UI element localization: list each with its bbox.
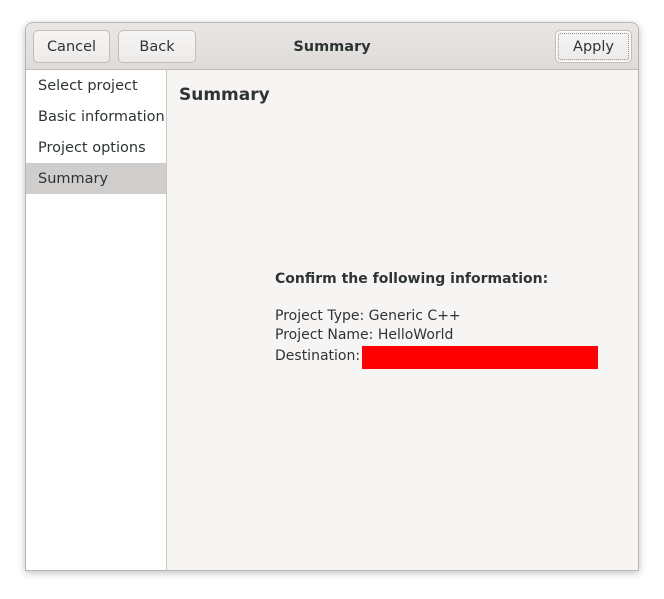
- confirm-heading: Confirm the following information:: [275, 271, 549, 287]
- page-title: Summary: [179, 85, 270, 105]
- sidebar-item-basic-information[interactable]: Basic information: [26, 101, 166, 132]
- apply-button[interactable]: Apply: [555, 30, 632, 63]
- project-type-text: Project Type: Generic C++: [275, 307, 461, 324]
- destination-label: Destination:: [275, 348, 361, 365]
- sidebar-item-select-project[interactable]: Select project: [26, 70, 166, 101]
- cancel-button[interactable]: Cancel: [33, 30, 110, 63]
- redaction-box: [362, 345, 599, 369]
- summary-page: Summary Confirm the following informatio…: [167, 70, 638, 570]
- destination-row: Destination:: [275, 345, 599, 369]
- header-bar: Cancel Back Summary Apply: [26, 23, 638, 70]
- new-project-dialog: Cancel Back Summary Apply Select project…: [25, 22, 639, 571]
- project-name-text: Project Name: HelloWorld: [275, 327, 454, 343]
- sidebar: Select project Basic information Project…: [26, 70, 167, 570]
- summary-block: Confirm the following information: Proje…: [275, 270, 599, 369]
- sidebar-item-project-options[interactable]: Project options: [26, 132, 166, 163]
- sidebar-item-summary[interactable]: Summary: [26, 163, 166, 194]
- back-button[interactable]: Back: [118, 30, 196, 63]
